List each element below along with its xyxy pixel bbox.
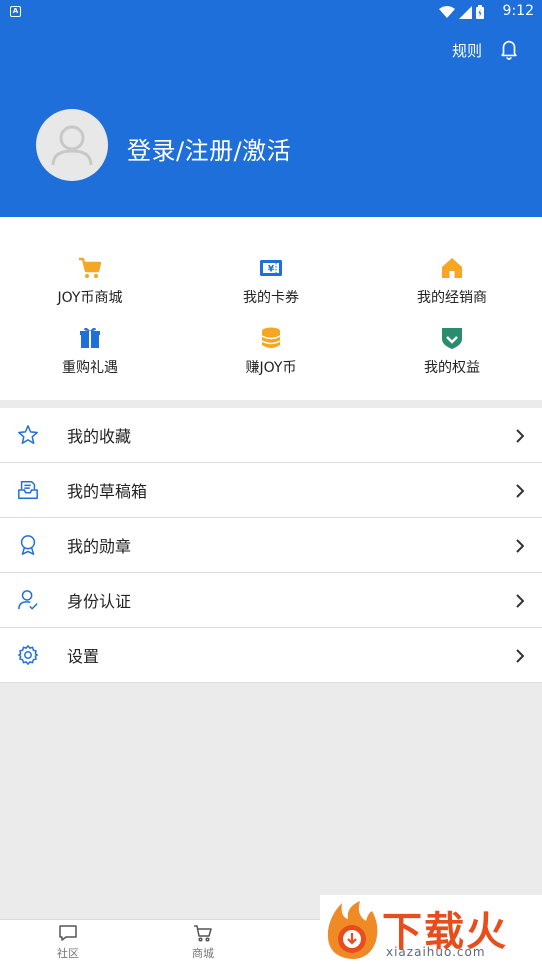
nav-tab-label: 商城 xyxy=(192,947,214,960)
app-notification-icon: A xyxy=(10,6,21,17)
chevron-right-icon xyxy=(516,594,524,608)
settings-menu: 我的收藏 我的草稿箱 我的勋章 身份认证 设置 xyxy=(0,408,542,683)
flame-logo-icon xyxy=(327,901,378,959)
quick-action-label: JOY币商城 xyxy=(57,290,123,306)
user-verified-icon xyxy=(18,590,38,610)
gift-icon xyxy=(80,327,100,348)
quick-action-dealer[interactable]: 我的经销商 xyxy=(362,255,542,307)
gear-icon xyxy=(18,645,38,665)
status-bar: A 9:12 xyxy=(0,0,542,24)
default-user-icon xyxy=(51,125,93,166)
cart-icon xyxy=(194,925,212,942)
wifi-icon xyxy=(439,5,455,18)
login-register-activate-link[interactable]: 登录/注册/激活 xyxy=(127,131,291,166)
status-time: 9:12 xyxy=(502,3,534,19)
quick-action-label: 重购礼遇 xyxy=(62,360,118,376)
star-icon xyxy=(18,425,38,444)
menu-item-drafts[interactable]: 我的草稿箱 xyxy=(0,463,542,518)
nav-tab-community[interactable]: 社区 xyxy=(38,923,98,961)
quick-action-repurchase[interactable]: 重购礼遇 xyxy=(0,325,180,377)
menu-item-label: 我的草稿箱 xyxy=(67,482,148,501)
quick-action-label: 我的经销商 xyxy=(417,290,487,306)
chevron-right-icon xyxy=(516,649,524,663)
menu-item-favorites[interactable]: 我的收藏 xyxy=(0,408,542,463)
drafts-icon xyxy=(18,481,38,499)
watermark: 下载火 xiazaihuo.com xyxy=(320,895,542,964)
nav-tab-mall[interactable]: 商城 xyxy=(173,923,233,961)
battery-icon xyxy=(476,5,484,19)
coupon-icon: ¥ xyxy=(260,260,282,276)
quick-action-label: 我的权益 xyxy=(424,360,480,376)
chat-icon xyxy=(59,925,77,941)
coin-stack-icon xyxy=(261,327,281,348)
menu-item-label: 我的收藏 xyxy=(67,427,132,446)
svg-text:¥: ¥ xyxy=(268,265,275,275)
house-icon xyxy=(442,258,462,278)
quick-action-label: 赚JOY币 xyxy=(245,360,297,376)
menu-item-label: 设置 xyxy=(67,647,100,666)
avatar[interactable] xyxy=(36,109,108,181)
cart-icon xyxy=(79,257,102,278)
medal-icon xyxy=(20,535,36,555)
quick-action-earn-coins[interactable]: 赚JOY币 xyxy=(181,325,361,377)
quick-action-coupons[interactable]: ¥ 我的卡券 xyxy=(181,255,361,307)
signal-icon xyxy=(459,5,472,19)
menu-item-label: 我的勋章 xyxy=(67,537,132,556)
watermark-url: xiazaihuo.com xyxy=(386,945,486,959)
quick-action-joy-mall[interactable]: JOY币商城 xyxy=(0,255,180,307)
menu-item-medals[interactable]: 我的勋章 xyxy=(0,518,542,573)
menu-item-label: 身份认证 xyxy=(67,592,132,611)
rules-link[interactable]: 规则 xyxy=(452,40,482,61)
profile-header: A 9:12 规则 登录/注册/激活 xyxy=(0,0,542,217)
chevron-right-icon xyxy=(516,539,524,553)
quick-actions-panel: JOY币商城 ¥ 我的卡券 我的经销商 重购礼遇 赚JOY币 我的权益 xyxy=(0,217,542,400)
quick-action-label: 我的卡券 xyxy=(243,290,299,306)
menu-item-settings[interactable]: 设置 xyxy=(0,628,542,683)
chevron-right-icon xyxy=(516,484,524,498)
shield-check-icon xyxy=(442,328,462,349)
nav-tab-label: 社区 xyxy=(57,947,79,960)
bell-icon[interactable] xyxy=(498,38,520,60)
quick-action-benefits[interactable]: 我的权益 xyxy=(362,325,542,377)
menu-item-identity-verification[interactable]: 身份认证 xyxy=(0,573,542,628)
chevron-right-icon xyxy=(516,429,524,443)
